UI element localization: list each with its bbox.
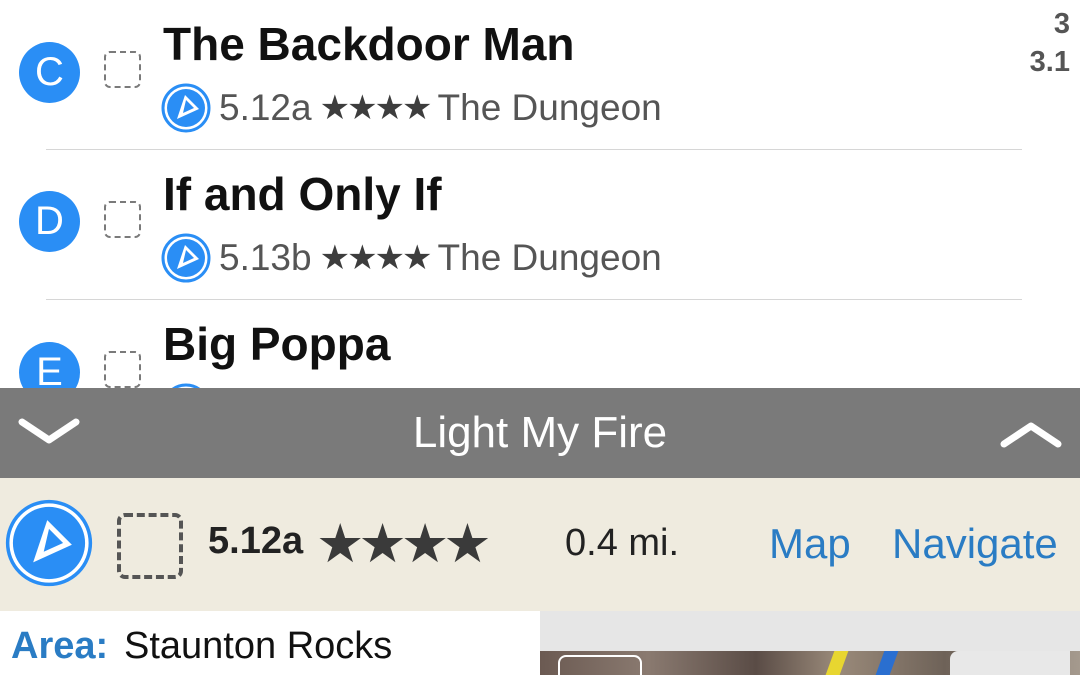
route-details: 5.12a ★★★★ The Dungeon (161, 82, 662, 134)
selected-route-title: Light My Fire (412, 408, 668, 457)
route-detail-text: Area: Staunton Rocks (0, 611, 540, 675)
photo-overlay-marker (558, 655, 642, 677)
route-name: The Backdoor Man (163, 18, 575, 70)
route-letter-badge: E (19, 342, 80, 388)
route-checkbox[interactable] (104, 351, 141, 388)
side-info-line2: 3.1 (1029, 46, 1070, 78)
route-area: The Dungeon (437, 237, 662, 278)
side-info-line1: 3 (1053, 8, 1070, 40)
route-area: The Dungeon (437, 87, 662, 128)
side-info: 3 3.1 (1030, 5, 1070, 81)
mountain-project-logo-icon (161, 233, 211, 283)
selected-route-panel: 5.12a ★★★★ 0.4 mi. Map Navigate (0, 478, 1080, 611)
route-row[interactable]: C The Backdoor Man 5.12a ★★★★ The Dungeo… (0, 0, 1080, 150)
selected-route-distance: 0.4 mi. (565, 522, 680, 564)
route-grade: 5.13b (219, 237, 312, 278)
area-label: Area: (11, 625, 109, 667)
navigate-button[interactable]: Navigate (892, 520, 1058, 568)
selected-route-checkbox[interactable] (117, 513, 183, 579)
route-letter-badge: C (19, 42, 80, 103)
chevron-up-icon[interactable] (996, 410, 1066, 456)
route-detail-section: Area: Staunton Rocks (0, 611, 1080, 677)
route-line-blue (875, 651, 899, 675)
route-stars: ★★★★ (319, 239, 433, 277)
mountain-project-logo-icon (161, 83, 211, 133)
route-letter-badge: D (19, 191, 80, 252)
route-stars: ★★★★ (319, 89, 433, 127)
selected-route-header: Light My Fire (0, 388, 1080, 478)
selected-route-stars: ★★★★ (316, 514, 492, 574)
route-photo[interactable] (540, 651, 1080, 677)
route-line-yellow (825, 651, 849, 675)
mountain-project-logo-icon (5, 499, 93, 587)
route-checkbox[interactable] (104, 51, 141, 88)
area-value[interactable]: Staunton Rocks (124, 625, 392, 668)
selected-route-grade: 5.12a (208, 520, 304, 562)
route-list: C The Backdoor Man 5.12a ★★★★ The Dungeo… (0, 0, 1080, 388)
route-checkbox[interactable] (104, 201, 141, 238)
photo-highlight (950, 651, 1070, 675)
route-row[interactable]: E Big Poppa (0, 300, 1080, 388)
route-row[interactable]: D If and Only If 5.13b ★★★★ The Dungeon (0, 150, 1080, 300)
route-details: 5.13b ★★★★ The Dungeon (161, 232, 662, 284)
route-grade: 5.12a (219, 87, 312, 128)
route-name: If and Only If (163, 168, 442, 220)
route-name: Big Poppa (163, 318, 391, 370)
map-button[interactable]: Map (769, 520, 851, 568)
